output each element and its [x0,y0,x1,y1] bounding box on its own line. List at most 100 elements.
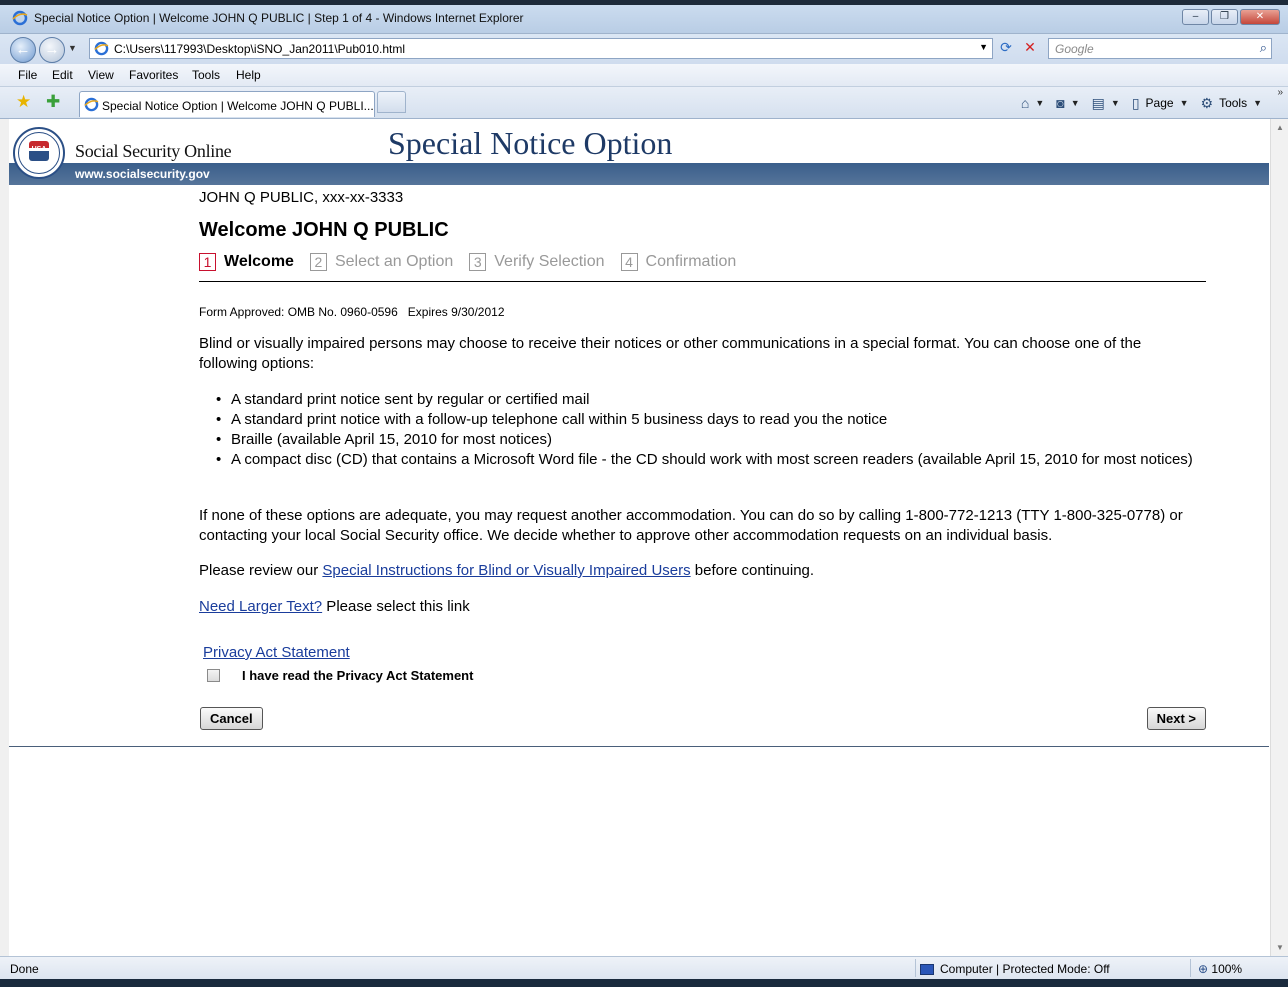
zoom-level: 100% [1211,962,1243,976]
intro-text: Blind or visually impaired persons may c… [199,335,1142,372]
zoom-icon: ⊕ [1198,962,1209,976]
tools-menu[interactable]: Tools [1219,96,1247,110]
step-2: 2 Select an Option [309,253,454,271]
cancel-button[interactable]: Cancel [200,707,263,730]
review-suffix: before continuing. [690,562,815,579]
status-bar: Done Computer | Protected Mode: Off ⊕ 10… [0,956,1288,979]
security-zone[interactable]: Computer | Protected Mode: Off [920,962,1110,976]
step-indicator: 1 Welcome 2 Select an Option 3 Verify Se… [199,253,752,271]
status-separator [1190,959,1191,977]
welcome-heading: Welcome JOHN Q PUBLIC [199,219,449,241]
minimize-button[interactable]: – [1182,9,1209,25]
next-button[interactable]: Next > [1146,707,1206,730]
computer-zone-icon [920,963,934,975]
new-tab-button[interactable] [377,91,406,113]
review-prefix: Please review our [199,562,323,579]
forward-button[interactable]: → [39,37,65,63]
home-icon[interactable]: ⌂ [1021,95,1029,111]
list-item: A standard print notice with a follow-up… [216,410,1206,430]
window-controls: – ❐ ✕ [1182,9,1280,25]
ie-icon [12,10,28,26]
privacy-act-link[interactable]: Privacy Act Statement [203,644,350,661]
step-number: 4 [620,253,638,271]
menu-tools[interactable]: Tools [192,68,220,82]
step-divider [199,281,1206,282]
command-bar: ⌂ ▼ ◙ ▼ ▤ ▼ ▯ Page ▼ ⚙ Tools ▼ [1021,93,1268,113]
tab-special-notice[interactable]: Special Notice Option | Welcome JOHN Q P… [79,91,375,117]
step-3: 3 Verify Selection [469,253,605,271]
larger-text-link[interactable]: Need Larger Text? [199,598,322,615]
menu-bar: File Edit View Favorites Tools Help [0,64,1288,87]
larger-text-line: Need Larger Text? Please select this lin… [199,598,470,615]
user-identity: JOHN Q PUBLIC, xxx-xx-3333 [199,189,404,206]
tab-label: Special Notice Option | Welcome JOHN Q P… [102,99,374,113]
history-dropdown-icon[interactable]: ▼ [68,43,77,53]
menu-help[interactable]: Help [236,68,261,82]
ssa-site-url[interactable]: www.socialsecurity.gov [75,167,210,181]
options-list: A standard print notice sent by regular … [216,390,1206,470]
back-button[interactable]: ← [10,37,36,63]
chevron-more-icon[interactable]: » [1277,87,1283,98]
search-icon[interactable]: ⌕ [1260,40,1267,56]
status-separator [915,959,916,977]
window-title: Special Notice Option | Welcome JOHN Q P… [34,11,524,25]
print-icon[interactable]: ▤ [1092,95,1105,112]
tab-bar: ★ ✚ Special Notice Option | Welcome JOHN… [0,87,1288,119]
feeds-dropdown-icon[interactable]: ▼ [1071,98,1080,108]
gear-icon: ⚙ [1200,94,1214,111]
menu-file[interactable]: File [18,68,37,82]
close-button[interactable]: ✕ [1240,9,1280,25]
review-line: Please review our Special Instructions f… [199,562,814,579]
menu-view[interactable]: View [88,68,114,82]
privacy-ack[interactable]: I have read the Privacy Act Statement [207,668,473,683]
special-instructions-link[interactable]: Special Instructions for Blind or Visual… [322,562,690,579]
step-label: Welcome [224,253,294,270]
home-dropdown-icon[interactable]: ▼ [1035,98,1044,108]
search-placeholder: Google [1055,42,1094,56]
status-text: Done [10,962,39,976]
step-label: Confirmation [645,253,737,270]
menu-edit[interactable]: Edit [52,68,73,82]
omb-notice: Form Approved: OMB No. 0960-0596 Expires… [199,305,505,319]
address-bar: ← → ▼ C:\Users\117993\Desktop\iSNO_Jan20… [0,34,1288,64]
step-number: 1 [199,253,216,271]
refresh-icon[interactable]: ⟳ [995,39,1017,58]
scroll-up-icon[interactable]: ▲ [1276,123,1284,132]
page-dropdown-icon[interactable]: ▼ [1180,98,1189,108]
stop-icon[interactable]: ✕ [1019,39,1041,58]
feeds-icon[interactable]: ◙ [1056,95,1064,111]
ssa-brand[interactable]: Social Security Online [75,141,232,162]
page-title: Special Notice Option [388,125,673,161]
page-viewport: USA Social Security Online www.socialsec… [0,119,1288,956]
privacy-ack-checkbox[interactable] [207,669,220,682]
zoom-control[interactable]: ⊕ 100% [1198,962,1242,976]
favorites-star-icon[interactable]: ★ [16,92,31,112]
list-item: A standard print notice sent by regular … [216,390,1206,410]
add-favorites-icon[interactable]: ✚ [46,92,60,112]
step-1: 1 Welcome [199,253,294,271]
menu-favorites[interactable]: Favorites [129,68,178,82]
page-menu[interactable]: Page [1146,96,1174,110]
url-field[interactable]: C:\Users\117993\Desktop\iSNO_Jan2011\Pub… [89,38,993,59]
accommodation-text: If none of these options are adequate, y… [199,507,1183,544]
ssa-seal-logo[interactable]: USA [13,127,65,179]
step-number: 3 [469,253,487,271]
step-label: Select an Option [334,253,454,270]
tab-ie-icon [84,97,99,112]
step-number: 2 [309,253,327,271]
url-dropdown-icon[interactable]: ▼ [979,42,988,52]
list-item: Braille (available April 15, 2010 for mo… [216,430,1206,450]
tools-dropdown-icon[interactable]: ▼ [1253,98,1262,108]
step-4: 4 Confirmation [620,253,737,271]
ssa-header: USA Social Security Online www.socialsec… [9,119,1269,185]
print-dropdown-icon[interactable]: ▼ [1111,98,1120,108]
restore-button[interactable]: ❐ [1211,9,1238,25]
zone-text: Computer | Protected Mode: Off [940,962,1110,976]
footer-divider [9,746,1269,747]
vertical-scrollbar[interactable]: ▲ ▼ [1270,119,1288,956]
search-input[interactable]: Google ⌕ [1048,38,1272,59]
page-menu-icon: ▯ [1131,94,1140,111]
step-label: Verify Selection [494,253,605,270]
scroll-down-icon[interactable]: ▼ [1276,943,1284,952]
seal-text: USA [31,146,47,153]
